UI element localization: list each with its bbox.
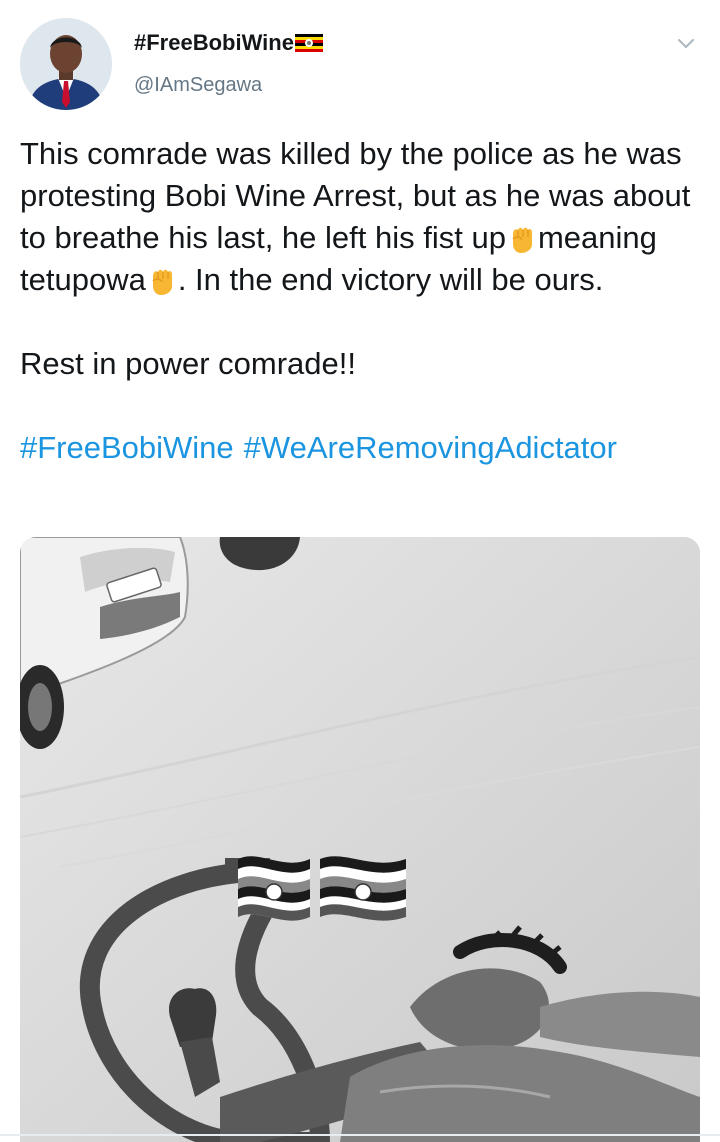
display-name[interactable]: #FreeBobiWine bbox=[134, 30, 323, 56]
flag-right-graphic bbox=[320, 856, 406, 921]
hashtag-list: #FreeBobiWine #WeAreRemovingAdictator bbox=[20, 427, 700, 469]
tweet-photo[interactable] bbox=[20, 537, 700, 1142]
tweet-paragraph-2: Rest in power comrade!! bbox=[20, 346, 356, 381]
flag-left-graphic bbox=[238, 856, 310, 921]
uganda-flag-icon bbox=[294, 34, 323, 52]
user-handle[interactable]: @IAmSegawa bbox=[134, 74, 262, 97]
tweet-paragraph-1: This comrade was killed by the police as… bbox=[20, 133, 700, 301]
raised-fist-emoji-icon bbox=[512, 227, 532, 253]
hashtag-link[interactable]: #FreeBobiWine bbox=[20, 430, 234, 465]
tweet-text-part-3: . In the end victory will be ours. bbox=[177, 262, 604, 297]
hashtag-link[interactable]: #WeAreRemovingAdictator bbox=[244, 430, 617, 465]
display-name-text: #FreeBobiWine bbox=[134, 30, 294, 55]
tweet-card: #FreeBobiWine @IAmSegawa This comrade wa… bbox=[0, 0, 720, 1142]
raised-fist-emoji-icon bbox=[152, 269, 172, 295]
tweet-text: This comrade was killed by the police as… bbox=[20, 133, 700, 469]
chevron-down-icon[interactable] bbox=[674, 32, 698, 56]
divider bbox=[0, 1134, 720, 1136]
avatar[interactable] bbox=[20, 18, 112, 110]
